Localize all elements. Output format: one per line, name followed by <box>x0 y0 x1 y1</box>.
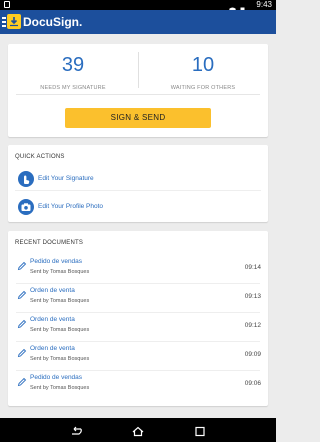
document-time: 09:14 <box>244 264 261 271</box>
waiting-others-stat[interactable]: 10 WAITING FOR OTHERS <box>138 52 268 91</box>
document-sender: Sent by Tomas Bosques <box>30 327 90 333</box>
docusign-logo-icon[interactable] <box>7 14 21 29</box>
quick-actions-title: QUICK ACTIONS <box>15 154 65 160</box>
status-time: 9:43 <box>256 0 272 9</box>
sign-and-send-button[interactable]: SIGN & SEND <box>65 108 211 128</box>
document-row[interactable]: Pedido de vendas Sent by Tomas Bosques 0… <box>8 371 268 400</box>
pen-icon <box>17 261 27 271</box>
waiting-others-label: WAITING FOR OTHERS <box>170 85 236 91</box>
edit-profile-photo-action[interactable]: Edit Your Profile Photo <box>8 195 268 221</box>
battery-icon <box>239 1 246 14</box>
pen-icon <box>17 377 27 387</box>
brand-name: DocuSign. <box>23 15 83 29</box>
recent-apps-icon[interactable] <box>193 424 207 437</box>
document-time: 09:09 <box>244 351 261 358</box>
app-bar: DocuSign. <box>0 10 276 34</box>
stats-card: 39 NEEDS MY SIGNATURE 10 WAITING FOR OTH… <box>8 44 268 137</box>
document-time: 09:06 <box>244 380 261 387</box>
home-icon[interactable] <box>131 424 145 437</box>
needs-signature-label: NEEDS MY SIGNATURE <box>40 85 106 91</box>
hand-pen-icon <box>18 171 34 187</box>
edit-signature-label: Edit Your Signature <box>38 175 94 182</box>
divider <box>16 94 260 95</box>
back-icon[interactable] <box>69 424 83 435</box>
edit-profile-photo-label: Edit Your Profile Photo <box>38 203 104 210</box>
pen-icon <box>17 319 27 329</box>
document-title: Orden de venta <box>30 345 75 352</box>
document-row[interactable]: Orden de venta Sent by Tomas Bosques 09:… <box>8 284 268 313</box>
document-row[interactable]: Orden de venta Sent by Tomas Bosques 09:… <box>8 313 268 342</box>
document-title: Pedido de vendas <box>30 374 83 381</box>
pen-icon <box>17 348 27 358</box>
document-sender: Sent by Tomas Bosques <box>30 298 90 304</box>
document-time: 09:13 <box>244 293 261 300</box>
document-sender: Sent by Tomas Bosques <box>30 269 90 275</box>
document-row[interactable]: Pedido de vendas Sent by Tomas Bosques 0… <box>8 255 268 284</box>
needs-signature-count: 39 <box>61 54 85 76</box>
document-row[interactable]: Orden de venta Sent by Tomas Bosques 09:… <box>8 342 268 371</box>
needs-signature-stat[interactable]: 39 NEEDS MY SIGNATURE <box>8 52 138 91</box>
document-title: Pedido de vendas <box>30 258 83 265</box>
notification-icon <box>4 1 10 8</box>
document-sender: Sent by Tomas Bosques <box>30 385 90 391</box>
waiting-others-count: 10 <box>191 54 215 76</box>
menu-icon[interactable] <box>2 17 6 27</box>
document-sender: Sent by Tomas Bosques <box>30 356 90 362</box>
document-title: Orden de venta <box>30 316 75 323</box>
system-icons <box>229 1 246 14</box>
document-time: 09:12 <box>244 322 261 329</box>
pen-icon <box>17 290 27 300</box>
navigation-bar <box>0 418 276 442</box>
wifi-icon <box>229 1 236 14</box>
recent-documents-card: RECENT DOCUMENTS Pedido de vendas Sent b… <box>8 231 268 406</box>
camera-icon <box>18 199 34 215</box>
document-title: Orden de venta <box>30 287 75 294</box>
action-divider <box>15 190 261 191</box>
status-bar: 9:43 <box>0 0 276 14</box>
quick-actions-card: QUICK ACTIONS Edit Your Signature Edit Y… <box>8 145 268 222</box>
recent-documents-title: RECENT DOCUMENTS <box>15 240 84 246</box>
